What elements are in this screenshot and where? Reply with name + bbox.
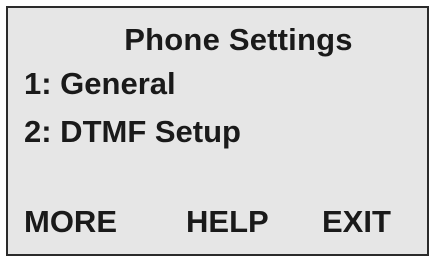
menu-item-dtmf-setup[interactable]: 2: DTMF Setup — [24, 114, 241, 150]
screen-title: Phone Settings — [124, 22, 353, 57]
more-softkey[interactable]: MORE — [24, 204, 117, 240]
lcd-screen: Phone Settings 1: General 2: DTMF Setup … — [6, 6, 429, 256]
help-softkey[interactable]: HELP — [186, 204, 269, 240]
exit-softkey[interactable]: EXIT — [322, 204, 391, 240]
menu-item-general[interactable]: 1: General — [24, 66, 176, 102]
